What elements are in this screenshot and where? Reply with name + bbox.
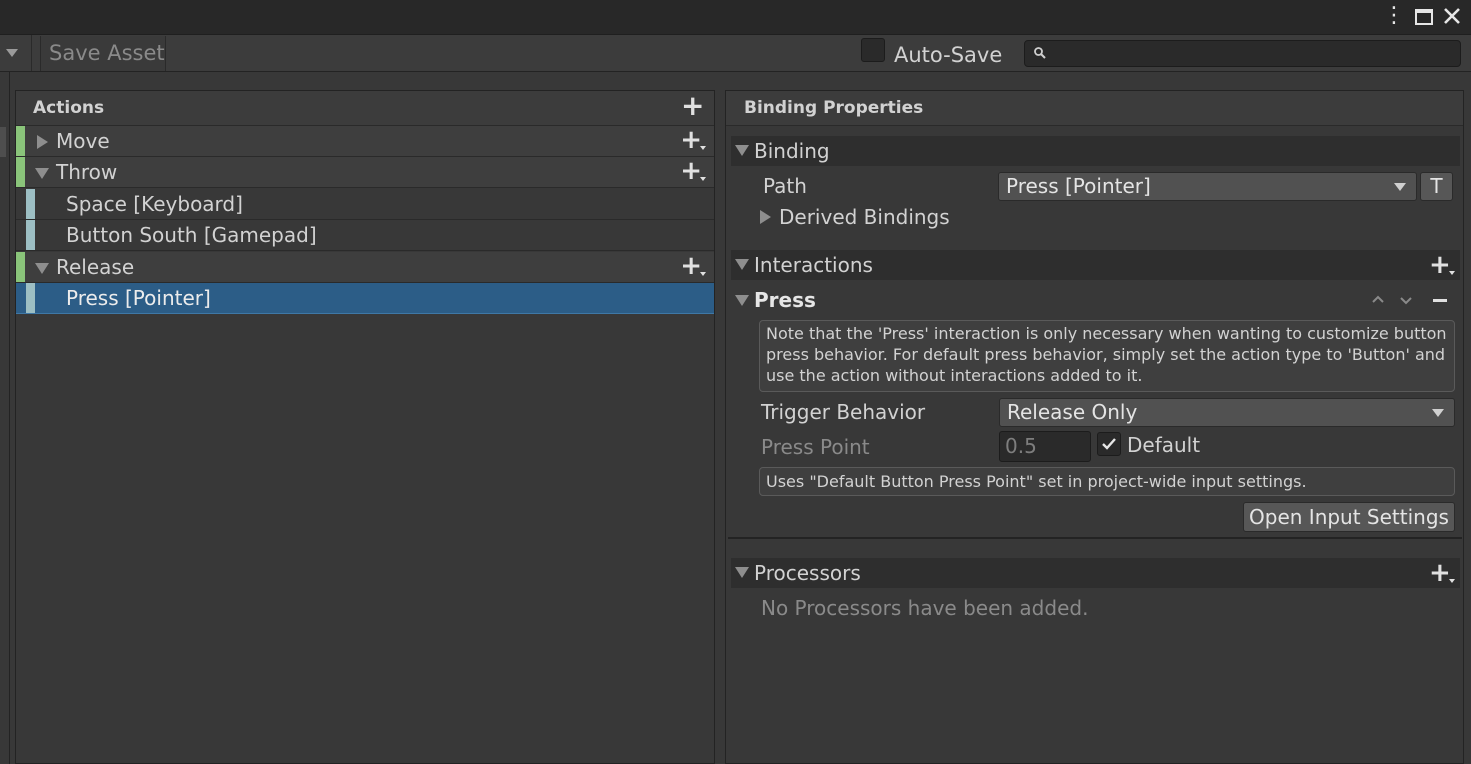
binding-label: Button South [Gamepad]	[66, 223, 317, 247]
press-interaction-label[interactable]: Press	[754, 286, 816, 314]
add-interaction-button[interactable]: +	[1429, 252, 1455, 278]
collapse-arrow-icon[interactable]	[735, 145, 749, 156]
press-point-field[interactable]: 0.5	[999, 431, 1091, 462]
action-row-move[interactable]: Move +	[16, 126, 714, 157]
vertical-ellipsis-icon[interactable]: ⋮	[1382, 4, 1406, 28]
search-input[interactable]	[1024, 40, 1461, 67]
maximize-icon[interactable]	[1412, 4, 1436, 28]
action-row-release[interactable]: Release +	[16, 252, 714, 283]
add-action-button[interactable]: +	[681, 92, 704, 120]
path-dropdown[interactable]: Press [Pointer]	[998, 172, 1417, 201]
press-point-label: Press Point	[761, 435, 870, 459]
path-label: Path	[763, 174, 807, 198]
trigger-behavior-dropdown[interactable]: Release Only	[999, 398, 1455, 427]
add-binding-button[interactable]: +	[680, 253, 706, 279]
default-checkbox[interactable]	[1097, 432, 1121, 456]
binding-row-press-pointer[interactable]: Press [Pointer]	[16, 283, 714, 314]
press-help-note: Note that the 'Press' interaction is onl…	[759, 320, 1455, 392]
interactions-section-header[interactable]: Interactions	[731, 250, 1460, 280]
section-divider	[728, 537, 1462, 539]
binding-stripe	[26, 189, 35, 219]
binding-label: Press [Pointer]	[66, 286, 211, 310]
trigger-behavior-label: Trigger Behavior	[761, 400, 926, 424]
add-processor-button[interactable]: +	[1429, 560, 1455, 586]
binding-row-space-keyboard[interactable]: Space [Keyboard]	[16, 189, 714, 220]
action-label: Release	[56, 255, 135, 279]
search-icon	[1033, 43, 1049, 63]
trigger-behavior-value: Release Only	[1007, 400, 1138, 424]
binding-stripe	[26, 220, 35, 250]
close-icon[interactable]	[1440, 4, 1464, 28]
open-input-settings-button[interactable]: Open Input Settings	[1243, 502, 1455, 532]
chevron-down-icon	[6, 49, 18, 57]
add-binding-button[interactable]: +	[680, 127, 706, 153]
no-processors-text: No Processors have been added.	[761, 596, 1089, 620]
add-binding-button[interactable]: +	[680, 158, 706, 184]
collapse-arrow-icon[interactable]	[735, 259, 749, 270]
binding-properties-title: Binding Properties	[744, 98, 924, 118]
control-scheme-dropdown[interactable]	[0, 35, 32, 71]
text-mode-toggle-button[interactable]: T	[1420, 172, 1453, 201]
action-maps-panel-edge	[0, 72, 10, 764]
binding-section-label: Binding	[754, 139, 830, 163]
move-up-icon[interactable]	[1370, 290, 1386, 310]
move-down-icon[interactable]	[1398, 292, 1414, 312]
binding-row-button-south-gamepad[interactable]: Button South [Gamepad]	[16, 220, 714, 251]
action-label: Move	[56, 129, 110, 153]
expand-arrow-icon[interactable]	[760, 210, 771, 224]
interactions-section-label: Interactions	[754, 253, 873, 277]
remove-interaction-button[interactable]	[1431, 290, 1449, 312]
action-stripe	[16, 157, 25, 187]
processors-section-label: Processors	[754, 561, 861, 585]
chevron-down-icon	[1394, 183, 1406, 191]
actions-title: Actions	[33, 98, 105, 118]
action-stripe	[16, 126, 25, 156]
collapse-arrow-icon[interactable]	[35, 168, 49, 179]
press-point-settings-note: Uses "Default Button Press Point" set in…	[759, 467, 1455, 496]
save-asset-button[interactable]: Save Asset	[40, 36, 166, 71]
binding-section-header[interactable]: Binding	[731, 136, 1460, 166]
collapse-arrow-icon[interactable]	[35, 263, 49, 274]
actions-header	[16, 91, 714, 126]
binding-stripe	[26, 283, 35, 313]
auto-save-label: Auto-Save	[894, 43, 1003, 67]
action-row-throw[interactable]: Throw +	[16, 157, 714, 188]
action-label: Throw	[56, 160, 118, 184]
binding-label: Space [Keyboard]	[66, 192, 243, 216]
expand-arrow-icon[interactable]	[37, 135, 48, 149]
action-map-selection-stub[interactable]	[0, 127, 6, 157]
processors-section-header[interactable]: Processors	[731, 558, 1460, 588]
collapse-arrow-icon[interactable]	[735, 567, 749, 578]
collapse-arrow-icon[interactable]	[735, 295, 749, 306]
chevron-down-icon	[1432, 409, 1444, 417]
window-title-bar	[0, 0, 1471, 35]
action-stripe	[16, 252, 25, 282]
path-value: Press [Pointer]	[1006, 174, 1151, 198]
auto-save-checkbox[interactable]	[861, 38, 885, 62]
default-label: Default	[1127, 433, 1201, 457]
derived-bindings-label[interactable]: Derived Bindings	[779, 203, 950, 231]
